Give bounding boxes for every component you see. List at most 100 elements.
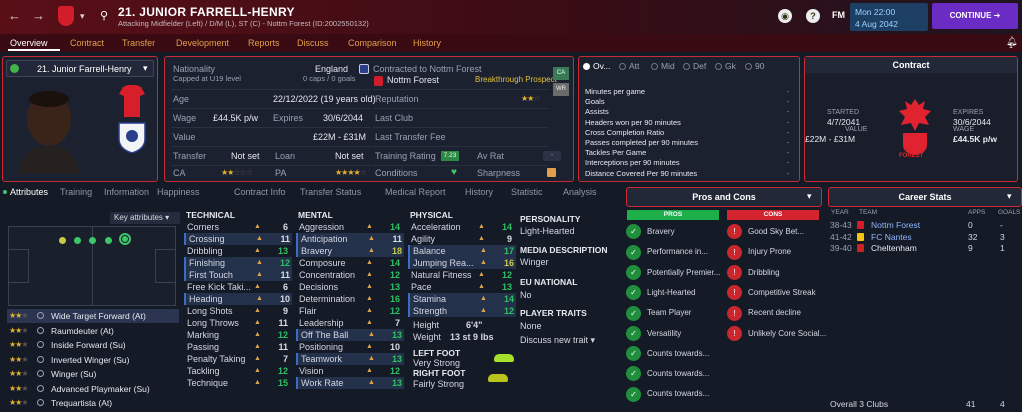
con-item[interactable]: ! Good Sky Bet... xyxy=(727,222,804,242)
attribute-row[interactable]: Technique ▲ 15 xyxy=(184,377,292,389)
attribute-row[interactable]: Decisions ▲ 13 xyxy=(296,281,404,293)
subnav-statistic[interactable]: Statistic xyxy=(511,187,543,197)
attribute-row[interactable]: Finishing ▲ 12 xyxy=(184,257,292,269)
role-row[interactable]: ★★★ Winger (Su) xyxy=(7,367,179,381)
help-icon[interactable]: ? xyxy=(806,9,820,23)
tab-contract[interactable]: Contract xyxy=(70,38,104,48)
globe-icon[interactable]: ◉ xyxy=(778,9,792,23)
attribute-row[interactable]: Determination ▲ 16 xyxy=(296,293,404,305)
con-item[interactable]: ! Recent decline xyxy=(727,303,801,323)
subnav-history[interactable]: History xyxy=(465,187,493,197)
attribute-row[interactable]: Acceleration ▲ 14 xyxy=(408,221,516,233)
tab-history[interactable]: History xyxy=(413,38,441,48)
attribute-row[interactable]: Long Shots ▲ 9 xyxy=(184,305,292,317)
role-row[interactable]: ★★★ Advanced Playmaker (Su) xyxy=(7,382,179,396)
role-row[interactable]: ★★★ Raumdeuter (At) xyxy=(7,324,179,338)
con-item[interactable]: ! Unlikely Core Social... xyxy=(727,324,826,344)
attribute-row[interactable]: Flair ▲ 12 xyxy=(296,305,404,317)
attribute-row[interactable]: Passing ▲ 11 xyxy=(184,341,292,353)
tab-discuss[interactable]: Discuss xyxy=(297,38,329,48)
con-item[interactable]: ! Competitive Streak xyxy=(727,283,816,303)
subnav-transfer-status[interactable]: Transfer Status xyxy=(300,187,361,197)
tab-development[interactable]: Development xyxy=(176,38,229,48)
attribute-row[interactable]: Penalty Taking ▲ 7 xyxy=(184,353,292,365)
attribute-row[interactable]: Strength ▲ 12 xyxy=(408,305,516,317)
pro-item[interactable]: ✓ Counts towards... xyxy=(626,384,709,404)
attribute-row[interactable]: Balance ▲ 17 xyxy=(408,245,516,257)
attribute-row[interactable]: Stamina ▲ 14 xyxy=(408,293,516,305)
pro-item[interactable]: ✓ Counts towards... xyxy=(626,344,709,364)
stats-tab-mid[interactable]: Mid xyxy=(661,61,675,71)
club-value[interactable]: Nottm Forest xyxy=(387,72,439,88)
subnav-happiness[interactable]: Happiness xyxy=(157,187,200,197)
attribute-row[interactable]: Long Throws ▲ 11 xyxy=(184,317,292,329)
game-date[interactable]: Mon 22:00 4 Aug 2042 xyxy=(850,3,928,31)
forward-icon[interactable]: → xyxy=(32,8,45,23)
back-icon[interactable]: ← xyxy=(8,8,21,23)
subnav-training[interactable]: Training xyxy=(60,187,92,197)
stats-tab-def[interactable]: Def xyxy=(693,61,706,71)
tab-reports[interactable]: Reports xyxy=(248,38,280,48)
attribute-row[interactable]: Vision ▲ 12 xyxy=(296,365,404,377)
attribute-row[interactable]: Corners ▲ 6 xyxy=(184,221,292,233)
attribute-row[interactable]: Marking ▲ 12 xyxy=(184,329,292,341)
pro-item[interactable]: ✓ Light-Hearted xyxy=(626,283,695,303)
subnav-medical-report[interactable]: Medical Report xyxy=(385,187,446,197)
attribute-row[interactable]: Aggression ▲ 14 xyxy=(296,221,404,233)
stats-tab-att[interactable]: Att xyxy=(629,61,639,71)
key-attributes-dropdown[interactable]: Key attributes ▾ xyxy=(110,212,180,224)
role-row[interactable]: ★★★ Inside Forward (Su) xyxy=(7,338,179,352)
attribute-row[interactable]: Off The Ball ▲ 13 xyxy=(296,329,404,341)
attribute-row[interactable]: Teamwork ▲ 13 xyxy=(296,353,404,365)
attribute-row[interactable]: Anticipation ▲ 11 xyxy=(296,233,404,245)
search-icon[interactable]: ⚲ xyxy=(100,9,108,22)
pro-item[interactable]: ✓ Performance in... xyxy=(626,242,708,262)
club-crest-icon[interactable] xyxy=(58,6,74,26)
con-item[interactable]: ! Injury Prone xyxy=(727,242,791,262)
subnav-attributes[interactable]: Attributes xyxy=(10,187,48,197)
career-team[interactable]: FC Nantes xyxy=(871,231,912,243)
career-row[interactable]: 39-40 Cheltenham 9 1 xyxy=(830,242,1020,254)
attribute-row[interactable]: Bravery ▲ 18 xyxy=(296,245,404,257)
loan-value[interactable]: Not set xyxy=(335,148,364,164)
chevron-down-icon[interactable]: ▾ xyxy=(80,11,85,22)
attribute-row[interactable]: Work Rate ▲ 13 xyxy=(296,377,404,389)
attribute-row[interactable]: First Touch ▲ 11 xyxy=(184,269,292,281)
attribute-row[interactable]: Free Kick Taki... ▲ 6 xyxy=(184,281,292,293)
subnav-contract-info[interactable]: Contract Info xyxy=(234,187,286,197)
attribute-row[interactable]: Positioning ▲ 10 xyxy=(296,341,404,353)
career-team[interactable]: Cheltenham xyxy=(871,242,917,254)
pro-item[interactable]: ✓ Bravery xyxy=(626,222,675,242)
role-row[interactable]: ★★★ Wide Target Forward (At) xyxy=(7,309,179,323)
player-selector[interactable]: 21. Junior Farrell-Henry ▾ xyxy=(6,60,154,77)
attribute-row[interactable]: Tackling ▲ 12 xyxy=(184,365,292,377)
career-team[interactable]: Nottm Forest xyxy=(871,219,920,231)
attribute-row[interactable]: Natural Fitness ▲ 12 xyxy=(408,269,516,281)
fm-logo[interactable]: FM xyxy=(832,10,845,20)
attribute-row[interactable]: Jumping Rea... ▲ 16 xyxy=(408,257,516,269)
subnav-information[interactable]: Information xyxy=(104,187,149,197)
attribute-row[interactable]: Concentration ▲ 12 xyxy=(296,269,404,281)
attribute-row[interactable]: Crossing ▲ 11 xyxy=(184,233,292,245)
attribute-row[interactable]: Leadership ▲ 7 xyxy=(296,317,404,329)
transfer-value[interactable]: Not set xyxy=(231,148,260,164)
tab-comparison[interactable]: Comparison xyxy=(348,38,397,48)
attribute-row[interactable]: Composure ▲ 14 xyxy=(296,257,404,269)
role-row[interactable]: ★★★ Inverted Winger (Su) xyxy=(7,353,179,367)
attribute-row[interactable]: Dribbling ▲ 13 xyxy=(184,245,292,257)
pro-item[interactable]: ✓ Versatility xyxy=(626,324,681,344)
pro-item[interactable]: ✓ Team Player xyxy=(626,303,691,323)
attribute-row[interactable]: Heading ▲ 10 xyxy=(184,293,292,305)
pro-item[interactable]: ✓ Potentially Premier... xyxy=(626,263,720,283)
tab-transfer[interactable]: Transfer xyxy=(122,38,155,48)
stats-tab-overview[interactable]: Ov... xyxy=(593,61,610,71)
career-header[interactable]: Career Stats ▾ xyxy=(828,187,1022,207)
attribute-row[interactable]: Pace ▲ 13 xyxy=(408,281,516,293)
pros-cons-header[interactable]: Pros and Cons ▾ xyxy=(626,187,822,207)
subnav-analysis[interactable]: Analysis xyxy=(563,187,597,197)
stats-tab-gk[interactable]: Gk xyxy=(725,61,736,71)
career-row[interactable]: 41-42 FC Nantes 32 3 xyxy=(830,231,1020,243)
con-item[interactable]: ! Dribbling xyxy=(727,263,780,283)
pro-item[interactable]: ✓ Counts towards... xyxy=(626,364,709,384)
career-row[interactable]: 38-43 Nottm Forest 0 - xyxy=(830,219,1020,231)
